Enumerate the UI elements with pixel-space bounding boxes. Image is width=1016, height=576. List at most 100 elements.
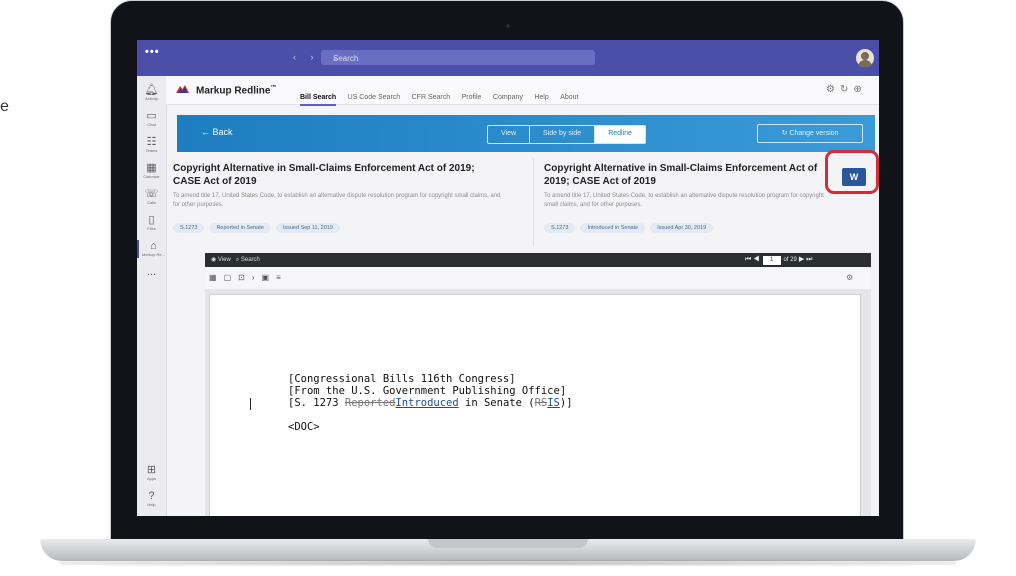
rail-label: Markup Re... — [142, 252, 165, 257]
rail-item-help[interactable]: ? Help — [137, 490, 166, 508]
rail-item-more[interactable]: ... — [137, 266, 166, 278]
back-button[interactable]: ← Back — [201, 127, 233, 137]
document-page[interactable]: [Congressional Bills 116th Congress] [Fr… — [209, 294, 861, 516]
app-tabs: Bill Search US Code Search CFR Search Pr… — [300, 86, 585, 106]
thumbnails-icon[interactable]: ▦ — [209, 273, 224, 282]
app-name: Markup Redline™ — [196, 85, 277, 97]
view-button[interactable]: View — [218, 257, 231, 263]
next-page-icon[interactable]: ▶ — [799, 256, 804, 263]
teams-rail: 🔔︎ Activity ▭ Chat ☷ Teams ▦ Calendar ☏ Calls… — [137, 76, 167, 516]
rail-label: Apps — [146, 476, 157, 481]
apps-icon: ⊞ — [146, 464, 157, 476]
rail-label: Help — [147, 502, 156, 507]
right-bill-chips: S.1273 Introduced in Senate Issued Apr 30,… — [544, 216, 836, 234]
tab-company[interactable]: Company — [493, 94, 523, 101]
rail-item-activity[interactable]: 🔔︎ Activity — [137, 84, 166, 102]
date-badge: Issued Apr 30, 2019 — [650, 223, 714, 233]
highlight-box — [825, 150, 879, 194]
help-icon: ? — [148, 490, 155, 502]
file-icon: ▯ — [148, 214, 155, 226]
refresh-icon[interactable]: ↻ — [840, 84, 853, 95]
eye-icon: ◉ — [211, 257, 218, 263]
rail-item-chat[interactable]: ▭ Chat — [137, 110, 166, 128]
tab-bill-search[interactable]: Bill Search — [300, 94, 337, 106]
rail-label: Files — [147, 226, 156, 231]
comment-icon[interactable]: ▢ — [224, 273, 239, 282]
laptop-shadow — [60, 560, 956, 566]
viewer-bar: ◉ View ⌕ Search ⏮ ◀ 1 of 29 ▶ ⏭ — [205, 253, 871, 267]
chevron-right-icon[interactable]: › — [252, 273, 262, 282]
view-mode-segmented-control: View Side by side Redline — [487, 125, 646, 144]
status-badge: Reported in Senate — [209, 223, 271, 233]
panel-divider — [533, 158, 534, 246]
action-banner: ← Back View Side by side Redline ↻ Chang… — [177, 115, 875, 152]
tab-about[interactable]: About — [560, 94, 578, 101]
more-icon: ... — [146, 266, 157, 278]
rail-item-files[interactable]: ▯ Files — [137, 214, 166, 232]
deleted-text: Reported — [344, 397, 396, 409]
right-bill-description: To amend title 17, United States Code, t… — [544, 193, 824, 208]
teams-topbar: ••• ‹ › ⌕ Search — [137, 40, 879, 76]
last-page-icon[interactable]: ⏭ — [806, 256, 812, 263]
segment-side-by-side[interactable]: Side by side — [530, 126, 596, 143]
stray-edge-text: e — [0, 98, 9, 115]
app-logo-icon — [176, 85, 189, 93]
bill-number-badge: S.1273 — [544, 223, 576, 233]
laptop-notch — [428, 539, 588, 548]
layout-icon[interactable]: ▣ — [262, 273, 277, 282]
rail-label: Chat — [147, 122, 156, 127]
calendar-icon: ▦ — [146, 162, 157, 174]
menu-icon[interactable]: ≡ — [276, 273, 288, 282]
app-header: Markup Redline™ Bill Search US Code Sear… — [166, 76, 879, 106]
page-total: of 29 — [783, 257, 797, 263]
settings-icon[interactable]: ⚙ — [826, 84, 840, 95]
pager: ⏮ ◀ 1 of 29 ▶ ⏭ — [745, 255, 812, 265]
nav-arrows[interactable]: ‹ › — [293, 52, 320, 62]
rail-item-calls[interactable]: ☏ Calls — [137, 188, 166, 206]
header-icons: ⚙↻⊕ — [826, 84, 867, 95]
tab-profile[interactable]: Profile — [462, 94, 482, 101]
settings-icon[interactable]: ⚙ — [846, 273, 853, 282]
segment-view[interactable]: View — [488, 126, 531, 143]
first-page-icon[interactable]: ⏮ — [745, 256, 751, 263]
right-bill-title: Copyright Alternative in Small-Claims En… — [544, 163, 818, 187]
bell-icon: 🔔︎ — [144, 84, 159, 96]
rail-item-teams[interactable]: ☷ Teams — [137, 136, 166, 154]
document-text: [Congressional Bills 116th Congress] [Fr… — [288, 373, 573, 433]
rail-label: Calls — [147, 200, 156, 205]
left-bill-chips: S.1273 Reported in Senate Issued Sep 11, 2… — [173, 216, 503, 234]
avatar[interactable] — [856, 49, 874, 67]
chat-icon: ▭ — [146, 110, 157, 122]
tab-cfr-search[interactable]: CFR Search — [412, 94, 451, 101]
left-bill-title: Copyright Alternative in Small-Claims En… — [173, 163, 475, 187]
left-bill-description: To amend title 17, United States Code, t… — [173, 193, 501, 208]
rail-label: Teams — [145, 148, 158, 153]
search-placeholder: Search — [333, 54, 359, 63]
window-dots[interactable]: ••• — [145, 46, 160, 58]
prev-page-icon[interactable]: ◀ — [753, 256, 759, 263]
inserted-text: IS — [547, 397, 560, 409]
change-version-button[interactable]: ↻ Change version — [757, 124, 863, 143]
segment-redline[interactable]: Redline — [595, 126, 645, 143]
bill-number-badge: S.1273 — [173, 223, 205, 233]
globe-icon[interactable]: ⊕ — [853, 84, 866, 95]
viewer-search-input[interactable]: Search — [241, 257, 260, 263]
teams-search-input[interactable]: ⌕ Search — [321, 50, 595, 65]
teams-icon: ☷ — [146, 136, 157, 148]
page-number-input[interactable]: 1 — [762, 256, 781, 265]
inserted-text: Introduced — [395, 397, 459, 409]
app-icon: ⌂ — [150, 240, 157, 252]
tab-help[interactable]: Help — [534, 94, 548, 101]
rail-item-apps[interactable]: ⊞ Apps — [137, 464, 166, 482]
rail-label: Calendar — [143, 174, 160, 179]
phone-icon: ☏ — [144, 188, 159, 200]
tab-us-code-search[interactable]: US Code Search — [348, 94, 401, 101]
webcam — [506, 24, 510, 28]
document-area: [Congressional Bills 116th Congress] [Fr… — [205, 289, 871, 516]
fit-icon[interactable]: ⊡ — [238, 273, 252, 282]
rail-item-markup-redline[interactable]: ⌂ Markup Re... — [137, 240, 168, 258]
deleted-text: RS — [534, 397, 548, 409]
left-bill-panel: Copyright Alternative in Small-Claims En… — [173, 162, 503, 234]
viewer-left-controls: ◉ View ⌕ Search — [211, 256, 260, 264]
rail-item-calendar[interactable]: ▦ Calendar — [137, 162, 166, 180]
